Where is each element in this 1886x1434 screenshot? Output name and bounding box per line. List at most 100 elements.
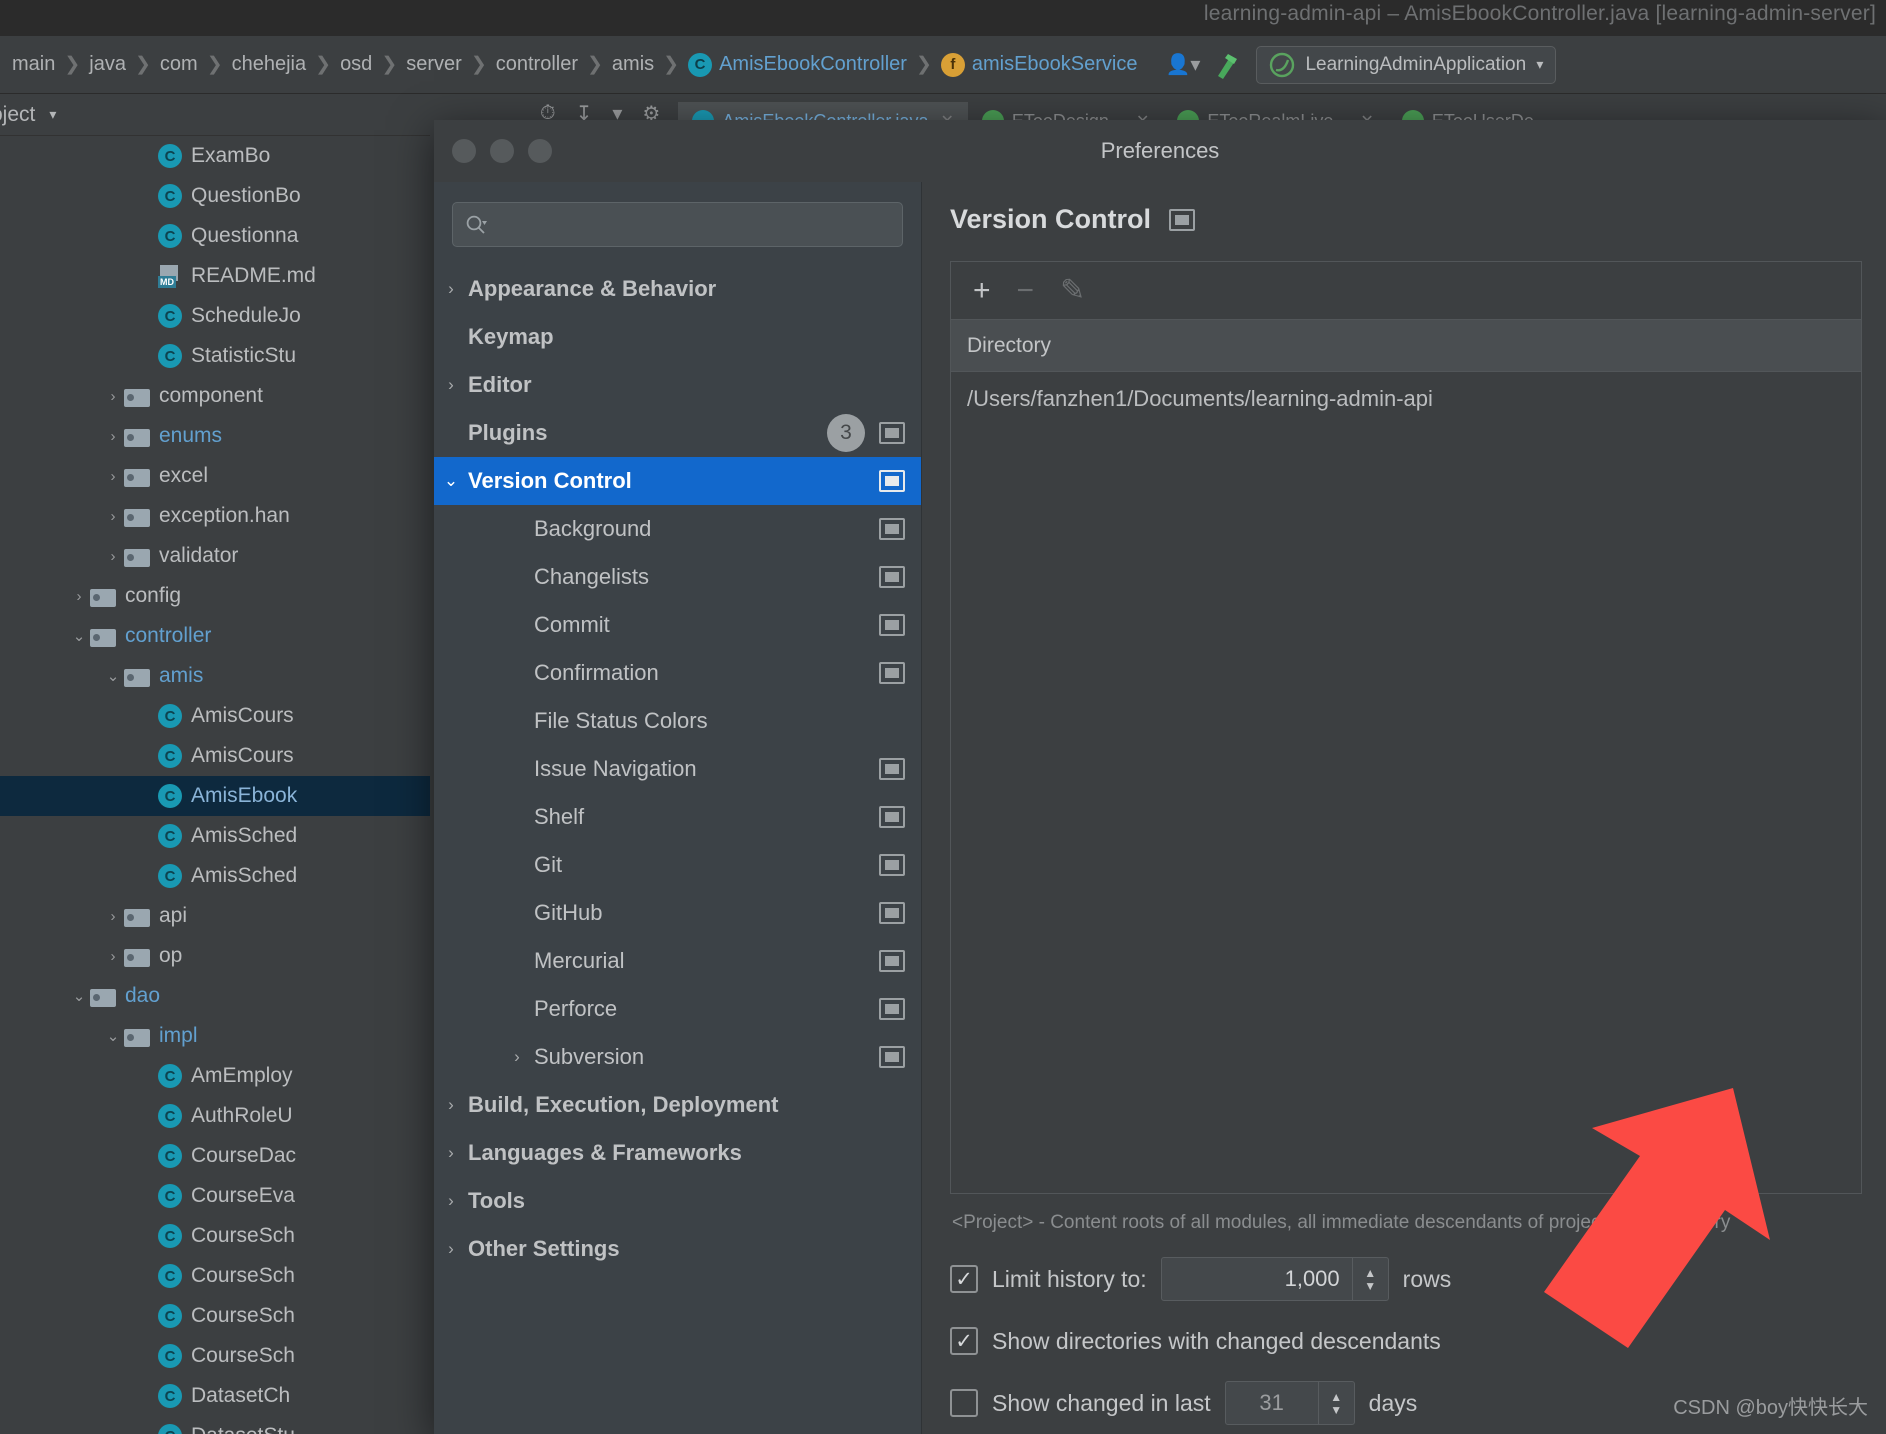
project-tree-item[interactable]: › component	[0, 376, 430, 416]
breadcrumb-server[interactable]: server	[402, 53, 466, 76]
preferences-tree-item-confirmation[interactable]: Confirmation	[434, 649, 921, 697]
project-tree-item[interactable]: › api	[0, 896, 430, 936]
project-file-tree[interactable]: C ExamBo C QuestionBo C Questionna MD README.md…	[0, 136, 430, 1434]
breadcrumb-amisebookservice[interactable]: f amisEbookService	[937, 52, 1142, 77]
remove-directory-button[interactable]: −	[1017, 275, 1035, 306]
project-tree-item[interactable]: C StatisticStu	[0, 336, 430, 376]
preferences-tree-item-version-control[interactable]: ⌄ Version Control	[434, 457, 921, 505]
chevron-down-icon[interactable]: ⌄	[68, 627, 90, 645]
limit-history-checkbox[interactable]: ✓	[950, 1265, 978, 1293]
spinner-down-icon[interactable]: ▼	[1330, 1404, 1342, 1416]
chevron-right-icon[interactable]: ›	[434, 1095, 468, 1115]
user-avatar-icon[interactable]: 👤▾	[1165, 52, 1200, 77]
breadcrumb-com[interactable]: com	[156, 53, 202, 76]
chevron-down-icon[interactable]: ⌄	[102, 667, 124, 685]
project-tree-item[interactable]: › validator	[0, 536, 430, 576]
limit-history-value[interactable]: 1,000	[1162, 1258, 1352, 1300]
chevron-right-icon[interactable]: ›	[500, 1047, 534, 1067]
preferences-tree-item-editor[interactable]: › Editor	[434, 361, 921, 409]
project-tree-item[interactable]: C Questionna	[0, 216, 430, 256]
chevron-right-icon[interactable]: ›	[102, 468, 124, 485]
preferences-tree-item-plugins[interactable]: Plugins 3	[434, 409, 921, 457]
project-tree-item[interactable]: C DatasetCh	[0, 1376, 430, 1416]
preferences-tree-item-issue-navigation[interactable]: Issue Navigation	[434, 745, 921, 793]
edit-directory-button[interactable]: ✎	[1060, 275, 1085, 306]
breadcrumb-chehejia[interactable]: chehejia	[228, 53, 311, 76]
breadcrumb-amisebookcontroller[interactable]: C AmisEbookController	[684, 52, 911, 77]
project-tree-item[interactable]: C ScheduleJo	[0, 296, 430, 336]
limit-history-spinner[interactable]: 1,000 ▲ ▼	[1160, 1257, 1389, 1301]
preferences-tree-item-subversion[interactable]: › Subversion	[434, 1033, 921, 1081]
show-changed-checkbox[interactable]	[950, 1389, 978, 1417]
spinner-up-icon[interactable]: ▲	[1330, 1391, 1342, 1403]
chevron-down-icon[interactable]: ⌄	[102, 1027, 124, 1045]
breadcrumb-main[interactable]: main	[8, 53, 59, 76]
add-directory-button[interactable]: +	[973, 275, 991, 306]
preferences-tree-item-build-execution-deployment[interactable]: › Build, Execution, Deployment	[434, 1081, 921, 1129]
preferences-tree-item-github[interactable]: GitHub	[434, 889, 921, 937]
chevron-right-icon[interactable]: ›	[102, 948, 124, 965]
project-tree-item[interactable]: C CourseSch	[0, 1216, 430, 1256]
chevron-down-icon[interactable]: ⌄	[434, 471, 468, 491]
show-changed-days-value[interactable]: 31	[1226, 1382, 1318, 1424]
project-tree-item[interactable]: C AmisSched	[0, 816, 430, 856]
project-tree-item[interactable]: C CourseSch	[0, 1336, 430, 1376]
project-tree-item[interactable]: › excel	[0, 456, 430, 496]
breadcrumb-controller[interactable]: controller	[492, 53, 582, 76]
preferences-tree-item-languages-frameworks[interactable]: › Languages & Frameworks	[434, 1129, 921, 1177]
project-tree-item[interactable]: › exception.han	[0, 496, 430, 536]
chevron-right-icon[interactable]: ›	[102, 908, 124, 925]
project-tree-item[interactable]: C DatasetStu	[0, 1416, 430, 1434]
project-tree-item[interactable]: MD README.md	[0, 256, 430, 296]
chevron-right-icon[interactable]: ›	[434, 1191, 468, 1211]
spinner-arrows[interactable]: ▲ ▼	[1317, 1382, 1354, 1424]
breadcrumb-amis[interactable]: amis	[608, 53, 658, 76]
directory-table-body[interactable]: /Users/fanzhen1/Documents/learning-admin…	[950, 371, 1862, 1194]
spinner-down-icon[interactable]: ▼	[1364, 1280, 1376, 1292]
hammer-build-icon[interactable]	[1214, 50, 1240, 80]
breadcrumb-java[interactable]: java	[85, 53, 130, 76]
preferences-tree-item-tools[interactable]: › Tools	[434, 1177, 921, 1225]
project-tree-item[interactable]: C CourseSch	[0, 1256, 430, 1296]
spinner-up-icon[interactable]: ▲	[1364, 1267, 1376, 1279]
project-tree-item[interactable]: ⌄ impl	[0, 1016, 430, 1056]
project-tree-item[interactable]: ⌄ dao	[0, 976, 430, 1016]
project-tree-item[interactable]: C AuthRoleU	[0, 1096, 430, 1136]
project-tree-item[interactable]: ⌄ amis	[0, 656, 430, 696]
project-tree-item[interactable]: C AmisCours	[0, 696, 430, 736]
preferences-tree-item-keymap[interactable]: Keymap	[434, 313, 921, 361]
project-tree-item[interactable]: C CourseDac	[0, 1136, 430, 1176]
chevron-right-icon[interactable]: ›	[434, 375, 468, 395]
chevron-right-icon[interactable]: ›	[434, 1239, 468, 1259]
table-row[interactable]: /Users/fanzhen1/Documents/learning-admin…	[967, 386, 1845, 412]
project-tree-item[interactable]: C ExamBo	[0, 136, 430, 176]
project-tree-item[interactable]: C AmisEbook	[0, 776, 430, 816]
preferences-tree-item-changelists[interactable]: Changelists	[434, 553, 921, 601]
project-tree-item[interactable]: › config	[0, 576, 430, 616]
run-configuration-selector[interactable]: LearningAdminApplication ▾	[1256, 45, 1557, 84]
preferences-tree-item-commit[interactable]: Commit	[434, 601, 921, 649]
show-directories-checkbox[interactable]: ✓	[950, 1327, 978, 1355]
preferences-tree-item-git[interactable]: Git	[434, 841, 921, 889]
show-changed-days-spinner[interactable]: 31 ▲ ▼	[1224, 1381, 1355, 1425]
preferences-settings-tree[interactable]: › Appearance & Behavior Keymap › Editor Plugi…	[434, 259, 921, 1434]
project-panel-header[interactable]: Project ▾	[0, 94, 430, 136]
spinner-arrows[interactable]: ▲ ▼	[1351, 1258, 1388, 1300]
breadcrumb-osd[interactable]: osd	[336, 53, 376, 76]
project-tree-item[interactable]: C AmisCours	[0, 736, 430, 776]
chevron-right-icon[interactable]: ›	[102, 428, 124, 445]
preferences-search-box[interactable]	[452, 202, 903, 247]
preferences-tree-item-shelf[interactable]: Shelf	[434, 793, 921, 841]
chevron-right-icon[interactable]: ›	[68, 588, 90, 605]
preferences-tree-item-appearance-behavior[interactable]: › Appearance & Behavior	[434, 265, 921, 313]
preferences-tree-item-mercurial[interactable]: Mercurial	[434, 937, 921, 985]
preferences-tree-item-other-settings[interactable]: › Other Settings	[434, 1225, 921, 1273]
chevron-right-icon[interactable]: ›	[434, 1143, 468, 1163]
project-tree-item[interactable]: › enums	[0, 416, 430, 456]
project-tree-item[interactable]: C CourseEva	[0, 1176, 430, 1216]
project-tree-item[interactable]: C QuestionBo	[0, 176, 430, 216]
chevron-down-icon[interactable]: ⌄	[68, 987, 90, 1005]
project-tree-item[interactable]: C AmEmploy	[0, 1056, 430, 1096]
chevron-right-icon[interactable]: ›	[102, 388, 124, 405]
chevron-right-icon[interactable]: ›	[434, 279, 468, 299]
